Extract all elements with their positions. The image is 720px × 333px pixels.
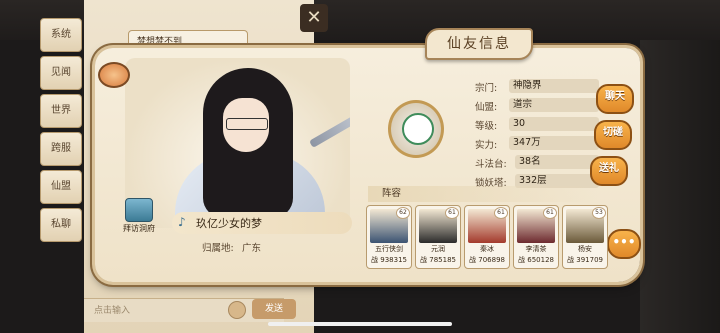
send-button[interactable]: 发送 (252, 299, 296, 319)
player-name-bar: ♪ 玖亿少女的梦 (172, 212, 352, 234)
emoji-icon[interactable] (228, 301, 246, 319)
hero-power: 战 785185 (416, 255, 460, 265)
chat-channel-tabs: 系统 见闻 世界 跨服 仙盟 私聊 (40, 8, 84, 308)
power-value: 706898 (478, 256, 505, 264)
stat-key: 仙盟: (475, 102, 498, 113)
home-indicator[interactable] (268, 322, 452, 326)
chat-button[interactable]: 聊天 (596, 84, 634, 114)
duel-button[interactable]: 切磋 (594, 120, 632, 150)
hero-level: 61 (445, 207, 459, 219)
stat-value: 347万 (509, 136, 599, 150)
stat-row-sect: 宗门: 神隐界 (475, 79, 603, 94)
hero-power: 战 650128 (514, 255, 558, 265)
character-portrait (125, 58, 350, 228)
tab-alliance[interactable]: 仙盟 (40, 170, 82, 204)
lantern-icon (98, 62, 130, 88)
hero-level: 61 (543, 207, 557, 219)
stat-key: 实力: (475, 140, 498, 151)
hero-power: 战 391709 (563, 255, 607, 265)
hero-card[interactable]: 61 李清茶战 650128 (513, 205, 559, 269)
hero-level: 62 (396, 207, 410, 219)
power-value: 650128 (527, 256, 554, 264)
tab-news[interactable]: 见闻 (40, 56, 82, 90)
tab-private[interactable]: 私聊 (40, 208, 82, 242)
hero-level: 61 (494, 207, 508, 219)
stat-key: 宗门: (475, 83, 498, 94)
sword-icon (309, 96, 350, 148)
visit-cave-button[interactable]: 拜访洞府 (120, 198, 158, 233)
power-value: 938315 (380, 256, 407, 264)
visit-cave-label: 拜访洞府 (123, 224, 155, 233)
power-prefix: 战 (420, 256, 428, 264)
stat-value: 30 (509, 117, 599, 131)
hero-name: 五行侠剑 (375, 245, 403, 253)
hero-power: 战 938315 (367, 255, 411, 265)
hero-card[interactable]: 61 秦冰战 706898 (464, 205, 510, 269)
hero-card[interactable]: 61 元润战 785185 (415, 205, 461, 269)
lineup-label: 阵容 (368, 186, 598, 202)
hero-level: 53 (592, 207, 606, 219)
stat-row-power: 实力: 347万 (475, 136, 603, 151)
tab-world[interactable]: 世界 (40, 94, 82, 128)
glasses-icon (226, 118, 268, 130)
hero-name: 杨安 (578, 245, 592, 253)
power-value: 391709 (576, 256, 603, 264)
tab-cross-server[interactable]: 跨服 (40, 132, 82, 166)
home-label: 归属地: (202, 243, 234, 254)
tab-system[interactable]: 系统 (40, 18, 82, 52)
stat-key: 等级: (475, 121, 498, 132)
power-value: 785185 (429, 256, 456, 264)
stat-value: 38名 (515, 155, 599, 169)
stat-key: 斗法台: (475, 159, 507, 170)
hero-name: 元润 (431, 245, 445, 253)
gift-button[interactable]: 送礼 (590, 156, 628, 186)
stat-row-level: 等级: 30 (475, 117, 603, 132)
close-icon[interactable]: ✕ (300, 4, 328, 32)
pavilion-icon (125, 198, 153, 222)
stat-row-arena: 斗法台: 38名 (475, 155, 603, 170)
more-button[interactable]: ••• (607, 229, 641, 259)
hero-card[interactable]: 62 五行侠剑战 938315 (366, 205, 412, 269)
stat-value: 神隐界 (509, 79, 599, 93)
music-note-icon: ♪ (178, 215, 186, 229)
right-background (640, 40, 720, 333)
stat-row-alliance: 仙盟: 道宗 (475, 98, 603, 113)
power-prefix: 战 (567, 256, 575, 264)
stat-value: 道宗 (509, 98, 599, 112)
hero-name: 秦冰 (480, 245, 494, 253)
hero-card[interactable]: 53 杨安战 391709 (562, 205, 608, 269)
power-prefix: 战 (371, 256, 379, 264)
power-prefix: 战 (518, 256, 526, 264)
power-prefix: 战 (469, 256, 477, 264)
hero-name: 李清茶 (525, 245, 547, 253)
home-value: 广东 (242, 243, 262, 254)
hero-power: 战 706898 (465, 255, 509, 265)
emblem-face-icon (402, 113, 434, 145)
panel-title: 仙友信息 (425, 28, 533, 60)
player-name: 玖亿少女的梦 (196, 217, 262, 230)
sect-emblem-icon (388, 100, 444, 158)
